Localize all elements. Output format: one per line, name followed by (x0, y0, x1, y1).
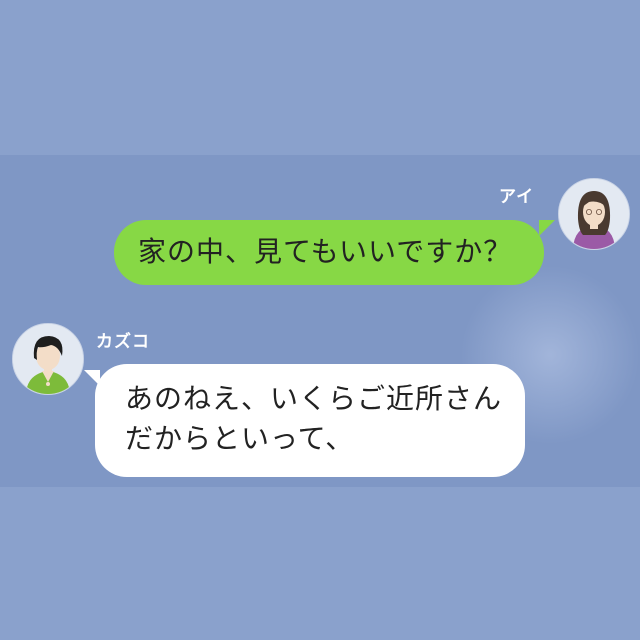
outgoing-bubble-tail (539, 220, 555, 236)
avatar-kazuko-woman-icon[interactable] (12, 323, 84, 395)
sender-name-kazuko: カズコ (96, 332, 150, 352)
incoming-message-bubble[interactable]: あのねえ、いくらご近所さん だからといって、 (95, 364, 525, 477)
top-background-band (0, 0, 640, 155)
bottom-background-band (0, 487, 640, 640)
incoming-message-line-1: あのねえ、いくらご近所さん (125, 382, 503, 415)
chat-area[interactable]: アイ 家の中、見てもいいですか？ カズコ あのねえ、いくらご近所さん だからとい… (0, 155, 640, 487)
sender-name-ai: アイ (499, 187, 535, 207)
incoming-bubble-tail (84, 370, 100, 386)
incoming-message-line-2: だからといって、 (125, 422, 355, 455)
outgoing-message-text: 家の中、見てもいいですか？ (138, 235, 513, 268)
avatar-ai-woman-icon[interactable] (558, 178, 630, 250)
outgoing-message-bubble[interactable]: 家の中、見てもいいですか？ (114, 220, 544, 285)
